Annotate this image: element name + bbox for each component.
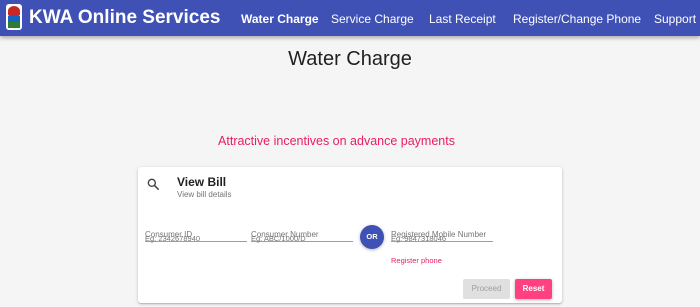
view-bill-card: View Bill View bill details Eg: 23426789… <box>138 167 562 303</box>
search-icon <box>147 178 160 191</box>
app-title: KWA Online Services <box>29 7 221 28</box>
top-app-bar: KWA Online Services Water Charge Service… <box>0 0 700 36</box>
logo-seal-top <box>8 6 20 16</box>
nav-register-change-phone[interactable]: Register/Change Phone <box>513 12 641 26</box>
card-title: View Bill <box>177 175 227 189</box>
proceed-button[interactable]: Proceed <box>463 279 510 299</box>
register-phone-link[interactable]: Register phone <box>391 256 442 265</box>
nav-water-charge[interactable]: Water Charge <box>241 12 319 26</box>
or-badge: OR <box>360 225 384 249</box>
nav-service-charge[interactable]: Service Charge <box>331 12 414 26</box>
mobile-number-hint: Eg: 9847318046 <box>391 234 447 243</box>
consumer-id-hint: Eg: 2342678940 <box>145 234 201 243</box>
promo-message: Attractive incentives on advance payment… <box>218 134 455 148</box>
nav-support[interactable]: Support <box>654 12 696 26</box>
consumer-number-hint: Eg: ABC/1000/D <box>251 234 306 243</box>
logo-seal-bottom <box>8 22 20 28</box>
page-title: Water Charge <box>288 48 412 70</box>
reset-button[interactable]: Reset <box>515 279 552 299</box>
card-subtitle: View bill details <box>177 190 232 199</box>
kwa-logo[interactable] <box>6 4 22 30</box>
nav-last-receipt[interactable]: Last Receipt <box>429 12 496 26</box>
